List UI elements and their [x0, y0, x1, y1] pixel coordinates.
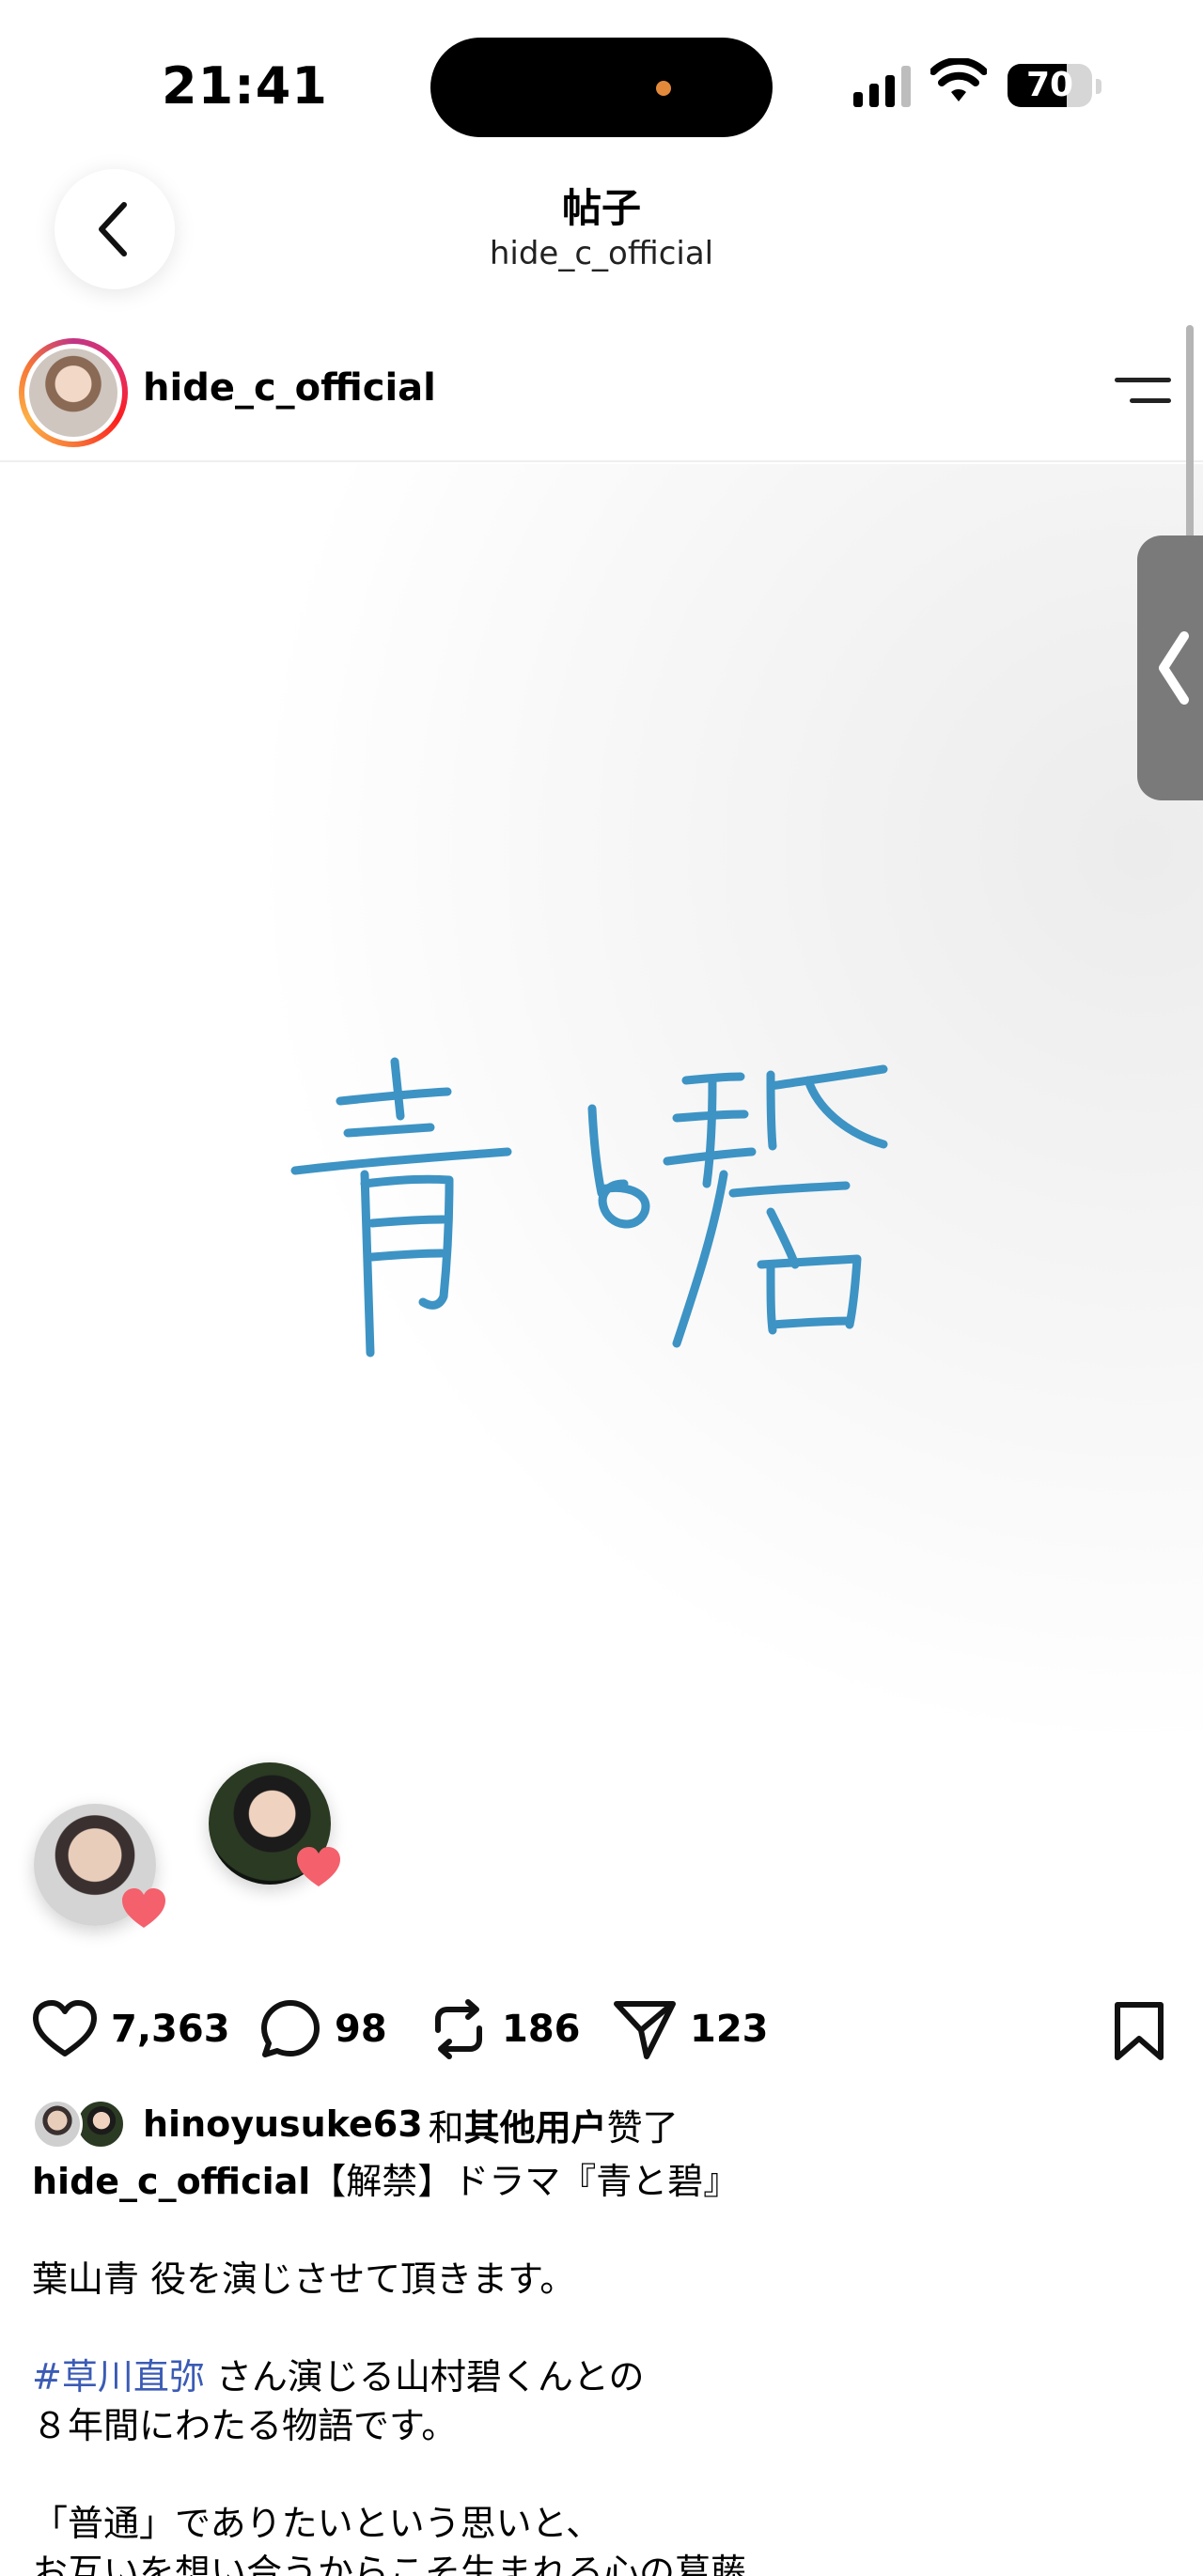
- nav-subtitle: hide_c_official: [489, 235, 714, 272]
- caption-text: さん演じる山村碧くんとの: [204, 2356, 645, 2398]
- caption-username[interactable]: hide_c_official: [32, 2161, 310, 2202]
- post-author-username[interactable]: hide_c_official: [143, 366, 436, 410]
- avatar-photo: [29, 349, 117, 437]
- bookmark-icon[interactable]: [1113, 2001, 1165, 2061]
- send-icon: [614, 2001, 676, 2059]
- battery-nub: [1096, 79, 1101, 94]
- battery-indicator: 70: [1008, 64, 1092, 107]
- privacy-indicator-dot: [656, 81, 671, 96]
- heart-icon: [122, 1888, 165, 1928]
- liked-by-others[interactable]: 其他用户: [464, 2099, 607, 2150]
- avatar: [75, 2099, 126, 2149]
- liker-avatar[interactable]: [34, 1804, 165, 1928]
- dynamic-island: [430, 38, 773, 137]
- author-avatar[interactable]: [19, 338, 128, 447]
- comment-count: 98: [335, 2008, 387, 2051]
- caption-text: お互いを想い合うからこそ生まれる心の葛藤: [32, 2552, 747, 2576]
- heart-icon: [33, 2000, 97, 2056]
- heart-icon: [297, 1847, 340, 1886]
- comment-icon: [261, 2000, 320, 2057]
- side-panel-handle[interactable]: [1137, 535, 1203, 800]
- caption-text: 葉山青 役を演じさせて頂きます。: [32, 2258, 576, 2300]
- like-count: 7,363: [111, 2008, 230, 2051]
- status-bar: 21:41 70: [0, 0, 1203, 169]
- title-calligraphy-image: [290, 1057, 888, 1358]
- hashtag-link[interactable]: #草川直弥: [32, 2356, 205, 2398]
- liked-by-avatars: [32, 2097, 130, 2151]
- share-button[interactable]: 123: [613, 1992, 769, 2067]
- wifi-icon: [930, 58, 987, 101]
- caption-text: ８年間にわたる物語です。: [32, 2405, 458, 2446]
- repost-count: 186: [502, 2008, 581, 2051]
- like-button[interactable]: 7,363: [32, 1992, 230, 2067]
- liker-avatar[interactable]: [209, 1762, 340, 1886]
- liked-by-conjunction: 和: [428, 2106, 464, 2149]
- liked-by-username[interactable]: hinoyusuke63: [143, 2103, 423, 2145]
- status-time: 21:41: [162, 56, 328, 116]
- avatar: [32, 2099, 83, 2149]
- repost-icon: [435, 1999, 482, 2059]
- action-bar: 7,363 98 186 123: [0, 1992, 1203, 2067]
- screen: 21:41 70 帖子 hide_c_official hide_c_offic…: [0, 0, 1203, 2576]
- post-caption: hide_c_official【解禁】ドラマ『青と碧』 葉山青 役を演じさせて頂…: [32, 2157, 1179, 2576]
- post-header: hide_c_official: [0, 334, 1203, 462]
- battery-percent: 70: [1025, 66, 1074, 104]
- comment-button[interactable]: 98: [259, 1992, 387, 2067]
- nav-title: 帖子: [561, 185, 641, 231]
- caption-text: 「普通」でありたいという思いと、: [32, 2503, 602, 2544]
- menu-icon[interactable]: [1115, 372, 1171, 410]
- repost-button[interactable]: 186: [429, 1992, 581, 2067]
- liked-by-row[interactable]: hinoyusuke63 和 其他用户 赞了: [32, 2097, 679, 2151]
- liked-by-suffix: 赞了: [606, 2106, 679, 2149]
- share-count: 123: [690, 2008, 769, 2051]
- chevron-left-icon: [1159, 631, 1189, 705]
- cellular-signal-icon: [853, 66, 911, 107]
- caption-text: 【解禁】ドラマ『青と碧』: [310, 2161, 740, 2202]
